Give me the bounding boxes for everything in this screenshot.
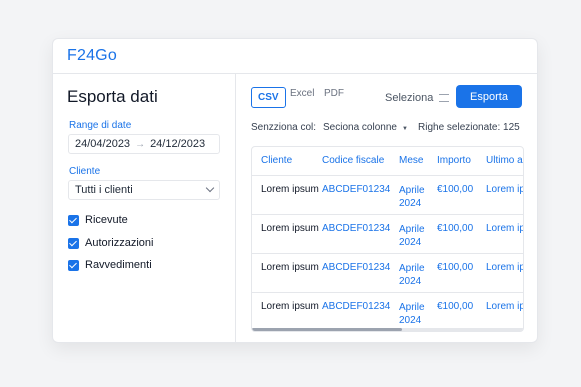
cell-mese: Aprile 2024 [399,301,425,327]
arrow-right-icon: → [135,138,146,150]
cell-ultimo: Lorem ip [486,301,524,312]
date-range-field[interactable]: 24/04/2023 → 24/12/2023 [68,134,220,154]
export-button[interactable]: Esporta [456,85,522,108]
checkbox-icon[interactable] [68,237,79,249]
date-range-label: Range di date [69,120,132,131]
cell-mese-month: Aprile [399,302,425,313]
cell-mese-year: 2024 [399,198,422,209]
client-select-value: Tutti i clienti [75,184,133,196]
checkbox-icon[interactable] [68,214,79,226]
cell-codice-fiscale: ABCDEF01234 [322,262,391,273]
cell-mese: Aprile 2024 [399,262,425,288]
chevron-down-icon [205,183,215,193]
header-codice-fiscale[interactable]: Codice fiscale [322,155,384,166]
checkbox-label: Ravvedimenti [85,259,152,271]
cell-importo: €100,00 [437,184,474,195]
format-tab-pdf[interactable]: PDF [324,88,344,99]
horizontal-scrollbar[interactable] [252,328,523,331]
page-title: Esporta dati [67,87,158,106]
columns-select-value: Seciona colonne [323,122,397,133]
cell-codice-fiscale: ABCDEF01234 [322,184,391,195]
date-to[interactable]: 24/12/2023 [150,138,205,150]
date-from[interactable]: 24/04/2023 [75,138,130,150]
table-row[interactable]: Lorem ipsum ABCDEF01234 Aprile 2024 €100,… [252,176,523,215]
caret-down-icon: ▼ [401,126,408,132]
table-row[interactable]: Lorem ipsum ABCDEF01234 Aprile 2024 €100,… [252,293,523,331]
cell-mese-year: 2024 [399,315,422,326]
export-card: F24Go Esporta dati Range di date 24/04/2… [52,38,538,343]
checkbox-autorizzazioni[interactable]: Autorizzazioni [68,237,153,249]
selected-rows-count: Righe selezionate: 125 [418,122,520,133]
scrollbar-thumb[interactable] [252,328,402,331]
cell-mese-month: Aprile [399,224,425,235]
checkbox-label: Autorizzazioni [85,237,154,249]
cell-mese: Aprile 2024 [399,223,425,249]
table-row[interactable]: Lorem ipsum ABCDEF01234 Aprile 2024 €100,… [252,254,523,293]
checkbox-label: Ricevute [85,214,128,226]
table-row[interactable]: Lorem ipsum ABCDEF01234 Aprile 2024 €100,… [252,215,523,254]
header-ultimo[interactable]: Ultimo a [486,155,523,166]
cell-cliente: Lorem ipsum [261,184,319,195]
top-bar: F24Go [53,39,537,74]
cell-importo: €100,00 [437,223,474,234]
cell-ultimo: Lorem ip [486,262,524,273]
cell-mese-month: Aprile [399,263,425,274]
cell-importo: €100,00 [437,301,474,312]
cell-mese-year: 2024 [399,276,422,287]
cell-codice-fiscale: ABCDEF01234 [322,223,391,234]
export-main: CSV Excel PDF Seleziona Esporta Senzzion… [236,74,537,342]
cell-codice-fiscale: ABCDEF01234 [322,301,391,312]
format-tab-excel[interactable]: Excel [290,88,314,99]
client-select[interactable]: Tutti i clienti [68,180,220,200]
header-mese[interactable]: Mese [399,155,423,166]
cell-ultimo: Lorem ip [486,223,524,234]
checkbox-icon[interactable] [68,259,79,271]
select-label: Seleziona [385,92,434,104]
client-label: Cliente [69,166,101,177]
select-control[interactable]: Seleziona [385,92,450,104]
columns-label: Senzziona col: [251,122,317,133]
sliders-icon [439,94,450,102]
header-importo[interactable]: Importo [437,155,471,166]
cell-cliente: Lorem ipsum [261,301,319,312]
cell-mese-month: Aprile [399,185,425,196]
cell-cliente: Lorem ipsum [261,223,319,234]
cell-mese-year: 2024 [399,237,422,248]
checkbox-ravvedimenti[interactable]: Ravvedimenti [68,259,152,271]
table-header: Cliente Codice fiscale Mese Importo Ulti… [252,147,523,176]
data-table: Cliente Codice fiscale Mese Importo Ulti… [251,146,524,332]
cell-mese: Aprile 2024 [399,184,425,210]
columns-select[interactable]: Seciona colonne ▼ [323,122,408,133]
app-logo[interactable]: F24Go [67,47,117,65]
checkbox-ricevute[interactable]: Ricevute [68,214,128,226]
header-cliente[interactable]: Cliente [261,155,292,166]
cell-ultimo: Lorem ip [486,184,524,195]
cell-importo: €100,00 [437,262,474,273]
format-tab-csv[interactable]: CSV [251,87,286,108]
filters-panel: Esporta dati Range di date 24/04/2023 → … [53,74,236,342]
cell-cliente: Lorem ipsum [261,262,319,273]
